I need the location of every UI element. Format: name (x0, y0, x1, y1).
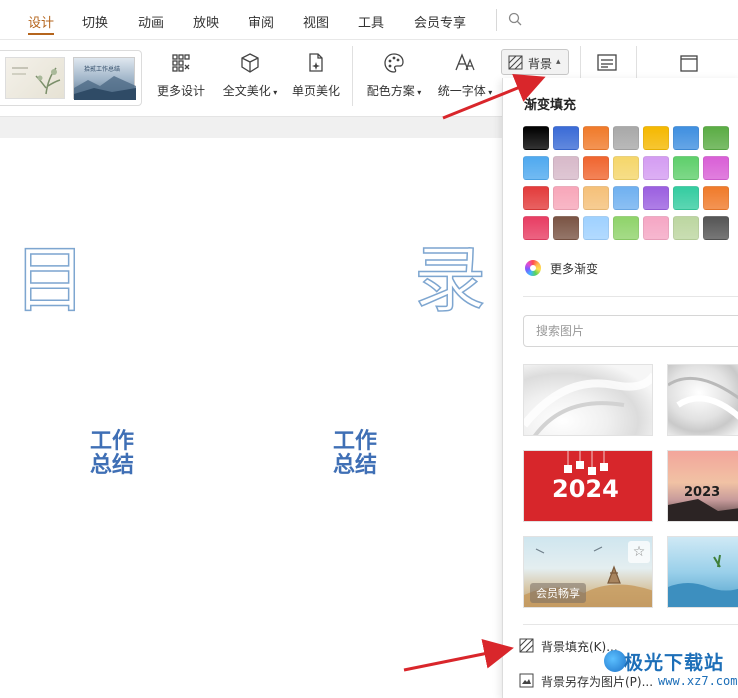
gradient-swatch[interactable] (583, 156, 609, 180)
gradient-swatch[interactable] (613, 216, 639, 240)
gradient-swatch[interactable] (673, 216, 699, 240)
slide-work-summary-right[interactable]: 工作 总结 (333, 430, 377, 478)
star-icon[interactable]: ☆ (628, 541, 650, 563)
search-icon[interactable] (508, 12, 522, 26)
theme-gallery[interactable]: 拾贰工作总结 (0, 50, 142, 106)
tab-review[interactable]: 审阅 (248, 12, 274, 31)
slide-title-char-right[interactable]: 录 (413, 243, 487, 317)
save-image-icon (519, 673, 534, 688)
background-dropdown-panel: 渐变填充 更多渐变 2024 (502, 78, 738, 698)
gradient-swatch[interactable] (523, 186, 549, 210)
color-scheme-label: 配色方案 ▾ (366, 84, 422, 98)
menu-divider (496, 9, 497, 31)
color-wheel-icon (525, 260, 541, 276)
background-label: 背景 (528, 57, 553, 71)
gradient-swatch[interactable] (643, 126, 669, 150)
gradient-swatch[interactable] (583, 216, 609, 240)
gray-swirl-pattern-icon (668, 376, 738, 420)
ribbon-divider (352, 46, 353, 106)
gradient-swatch[interactable] (523, 216, 549, 240)
theme-thumbnail-ink[interactable] (5, 57, 65, 99)
gradient-swatch[interactable] (643, 186, 669, 210)
gradient-swatch[interactable] (703, 126, 729, 150)
tab-slideshow[interactable]: 放映 (193, 12, 219, 31)
slide-work-summary-left[interactable]: 工作 总结 (90, 430, 134, 478)
gradient-swatch[interactable] (703, 156, 729, 180)
tab-design[interactable]: 设计 (28, 12, 54, 31)
slide-canvas[interactable]: 目 录 工作 总结 工作 总结 (0, 138, 502, 698)
gradient-swatch[interactable] (673, 126, 699, 150)
color-scheme-button[interactable]: 配色方案 ▾ (362, 48, 426, 108)
watermark-title: 极光下载站 (624, 652, 725, 674)
image-search-input[interactable] (524, 316, 738, 346)
ink-plant-icon (12, 67, 61, 95)
palette-icon (384, 53, 404, 73)
bg-image-ocean[interactable] (667, 536, 738, 608)
theme-thumbnail-work-summary[interactable]: 拾贰工作总结 (73, 57, 136, 100)
watermark-logo-icon (604, 650, 626, 672)
bg-image-chinese-landscape[interactable]: 会员畅享 ☆ (523, 536, 653, 608)
chevron-up-icon: ▴ (556, 57, 561, 67)
tab-transition[interactable]: 切换 (82, 12, 108, 31)
more-gradient-label: 更多渐变 (550, 262, 599, 276)
background-hatch-icon (519, 638, 534, 653)
gradient-fill-title: 渐变填充 (524, 98, 577, 113)
gradient-swatch[interactable] (553, 216, 579, 240)
year-2024-label: 2024 (552, 475, 619, 503)
background-button[interactable]: 背景 ▴ (501, 49, 569, 75)
background-hatch-icon (508, 55, 523, 70)
gradient-swatch[interactable] (673, 186, 699, 210)
mountain-landscape-icon (74, 76, 136, 100)
gradient-swatch[interactable] (613, 156, 639, 180)
gradient-swatch[interactable] (673, 156, 699, 180)
white-wave-pattern-icon (524, 372, 652, 435)
tab-member[interactable]: 会员专享 (414, 12, 466, 31)
gradient-swatch[interactable] (553, 126, 579, 150)
bg-image-2023-sunset[interactable]: 2023 (667, 450, 738, 522)
tab-animation[interactable]: 动画 (138, 12, 164, 31)
slide-title-char-left[interactable]: 目 (13, 243, 87, 317)
gradient-swatch[interactable] (523, 126, 549, 150)
gradient-swatch[interactable] (703, 186, 729, 210)
unify-font-label: 统一字体 ▾ (437, 84, 493, 98)
site-watermark: 极光下载站 www.xz7.com (604, 648, 738, 698)
menu-bar: 设计 切换 动画 放映 审阅 视图 工具 会员专享 (0, 0, 738, 40)
gradient-swatch[interactable] (703, 216, 729, 240)
grid-icon (172, 54, 190, 72)
full-beautify-label: 全文美化 ▾ (222, 84, 278, 98)
year-2023-label: 2023 (684, 485, 721, 500)
page-beautify-label: 单页美化 (291, 84, 340, 98)
page-sparkle-icon (309, 53, 323, 72)
gradient-swatch[interactable] (583, 126, 609, 150)
watermark-url: www.xz7.com (658, 674, 738, 688)
panel-divider (523, 296, 738, 297)
more-design-label: 更多设计 (156, 84, 205, 98)
more-design-button[interactable]: 更多设计 (154, 48, 208, 108)
bg-image-2024-red[interactable]: 2024 (523, 450, 653, 522)
gradient-swatch[interactable] (523, 156, 549, 180)
gradient-swatch[interactable] (643, 216, 669, 240)
unify-font-button[interactable]: 统一字体 ▾ (434, 48, 496, 108)
gradient-swatch[interactable] (553, 186, 579, 210)
gradient-swatch[interactable] (553, 156, 579, 180)
bg-image-gray-swirl[interactable] (667, 364, 738, 436)
cube-icon (241, 53, 259, 73)
active-tab-indicator (28, 33, 54, 35)
font-icon (455, 53, 475, 71)
slide-layout-icon (597, 54, 617, 71)
image-search-box[interactable] (523, 315, 738, 347)
gradient-swatch[interactable] (643, 156, 669, 180)
gradient-swatch[interactable] (613, 186, 639, 210)
tab-view[interactable]: 视图 (303, 12, 329, 31)
gradient-swatch[interactable] (613, 126, 639, 150)
full-beautify-button[interactable]: 全文美化 ▾ (220, 48, 280, 108)
slide-size-icon (680, 55, 698, 72)
member-badge: 会员畅享 (530, 583, 586, 603)
gradient-swatch[interactable] (583, 186, 609, 210)
bg-image-white-waves[interactable] (523, 364, 653, 436)
panel-divider (523, 624, 738, 625)
page-beautify-button[interactable]: 单页美化 (289, 48, 343, 108)
ocean-wave-icon (668, 554, 738, 607)
tab-tools[interactable]: 工具 (358, 12, 384, 31)
